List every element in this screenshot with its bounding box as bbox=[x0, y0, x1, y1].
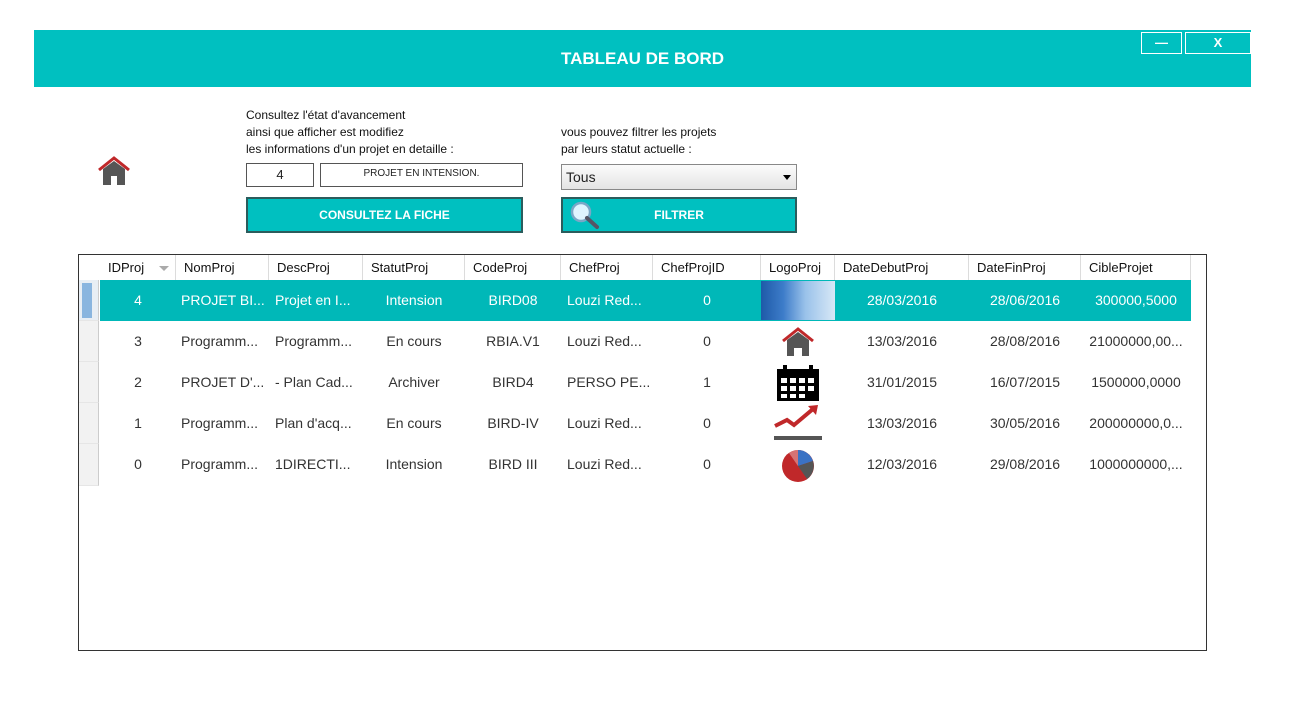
cell-date-debut: 28/03/2016 bbox=[866, 292, 938, 308]
projects-table[interactable]: IDProj NomProj DescProj StatutProj CodeP… bbox=[78, 254, 1207, 651]
cell-nom: Programm... bbox=[181, 456, 259, 472]
cell-nom: Programm... bbox=[181, 415, 259, 431]
cell-chefid: 0 bbox=[703, 292, 711, 308]
row-selector[interactable] bbox=[79, 280, 99, 321]
cell-desc: - Plan Cad... bbox=[275, 374, 353, 390]
status-filter-select[interactable]: Tous bbox=[561, 164, 797, 190]
home-icon bbox=[782, 327, 814, 356]
cell-date-fin: 30/05/2016 bbox=[989, 415, 1061, 431]
home-icon[interactable] bbox=[97, 155, 131, 187]
cell-statut: Intension bbox=[385, 456, 443, 472]
table-row[interactable]: 4 PROJET BI... Projet en I... Intension … bbox=[100, 280, 1191, 321]
cell-code: RBIA.V1 bbox=[486, 333, 540, 349]
table-row[interactable]: 3 Programm... Programm... En cours RBIA.… bbox=[100, 321, 1191, 362]
sort-arrow-icon bbox=[159, 266, 169, 271]
column-header-datedebutproj[interactable]: DateDebutProj bbox=[835, 255, 969, 280]
cell-code: BIRD-IV bbox=[487, 415, 539, 431]
cell-chef: Louzi Red... bbox=[567, 333, 642, 349]
trend-chart-icon bbox=[774, 405, 822, 440]
column-header-cibleprojet[interactable]: CibleProjet bbox=[1081, 255, 1191, 280]
cell-date-fin: 29/08/2016 bbox=[989, 456, 1061, 472]
row-selector[interactable] bbox=[79, 444, 99, 486]
search-icon bbox=[570, 201, 599, 229]
cell-code: BIRD4 bbox=[492, 374, 534, 390]
cell-cible: 1000000000,... bbox=[1089, 456, 1183, 472]
cell-date-fin: 28/06/2016 bbox=[989, 292, 1061, 308]
cell-id: 0 bbox=[134, 456, 142, 472]
close-button[interactable]: X bbox=[1185, 32, 1251, 54]
table-row[interactable]: 1 Programm... Plan d'acq... En cours BIR… bbox=[100, 403, 1191, 444]
column-header-codeproj[interactable]: CodeProj bbox=[465, 255, 561, 280]
cell-cible: 1500000,0000 bbox=[1091, 374, 1181, 390]
cell-id: 2 bbox=[134, 374, 142, 390]
filter-button-label: FILTRER bbox=[654, 208, 704, 222]
cell-desc: Projet en I... bbox=[275, 292, 351, 308]
cell-id: 4 bbox=[134, 292, 142, 308]
row-selector[interactable] bbox=[79, 362, 99, 403]
filter-description: vous pouvez filtrer les projets par leur… bbox=[561, 125, 717, 156]
table-row[interactable]: 2 PROJET D'... - Plan Cad... Archiver BI… bbox=[100, 362, 1191, 403]
cell-chefid: 0 bbox=[703, 415, 711, 431]
column-header-statutproj[interactable]: StatutProj bbox=[363, 255, 465, 280]
cell-desc: Programm... bbox=[275, 333, 353, 349]
cell-statut: En cours bbox=[386, 333, 442, 349]
cell-chefid: 0 bbox=[703, 333, 711, 349]
consult-description: Consultez l'état d'avancement ainsi que … bbox=[246, 108, 454, 156]
cell-desc: Plan d'acq... bbox=[275, 415, 352, 431]
cell-chef: Louzi Red... bbox=[567, 456, 642, 472]
consult-sheet-button[interactable]: CONSULTEZ LA FICHE bbox=[246, 197, 523, 233]
cell-chef: Louzi Red... bbox=[567, 415, 642, 431]
cell-chef: PERSO PE... bbox=[567, 374, 651, 390]
cell-nom: Programm... bbox=[181, 333, 259, 349]
column-header-logoproj[interactable]: LogoProj bbox=[761, 255, 835, 280]
cell-chefid: 0 bbox=[703, 456, 711, 472]
cell-nom: PROJET D'... bbox=[181, 374, 265, 390]
cell-statut: En cours bbox=[386, 415, 442, 431]
cell-nom: PROJET BI... bbox=[181, 292, 265, 308]
cell-statut: Archiver bbox=[388, 374, 440, 390]
filter-button[interactable]: FILTRER bbox=[561, 197, 797, 233]
pie-chart-icon bbox=[782, 450, 814, 482]
table-row[interactable]: 0 Programm... 1DIRECTI... Intension BIRD… bbox=[100, 444, 1191, 485]
cell-cible: 300000,5000 bbox=[1095, 292, 1177, 308]
column-header-idproj[interactable]: IDProj bbox=[100, 255, 176, 280]
project-id-field[interactable]: 4 bbox=[246, 163, 314, 187]
row-selector[interactable] bbox=[79, 403, 99, 444]
project-status-field: PROJET EN INTENSION. bbox=[320, 163, 523, 187]
cell-cible: 21000000,00... bbox=[1089, 333, 1183, 349]
cell-code: BIRD III bbox=[488, 456, 538, 472]
column-header-chefproj[interactable]: ChefProj bbox=[561, 255, 653, 280]
cell-code: BIRD08 bbox=[488, 292, 538, 308]
building-photo bbox=[761, 281, 835, 320]
column-header-nomproj[interactable]: NomProj bbox=[176, 255, 269, 280]
status-filter-value: Tous bbox=[566, 169, 596, 185]
cell-desc: 1DIRECTI... bbox=[275, 456, 351, 472]
column-header-chefprojid[interactable]: ChefProjID bbox=[653, 255, 761, 280]
cell-date-debut: 31/01/2015 bbox=[866, 374, 938, 390]
cell-id: 1 bbox=[134, 415, 142, 431]
cell-date-debut: 12/03/2016 bbox=[866, 456, 938, 472]
cell-chef: Louzi Red... bbox=[567, 292, 642, 308]
cell-cible: 200000000,0... bbox=[1089, 415, 1183, 431]
cell-date-debut: 13/03/2016 bbox=[866, 415, 938, 431]
cell-date-debut: 13/03/2016 bbox=[866, 333, 938, 349]
cell-statut: Intension bbox=[385, 292, 443, 308]
window-title: TABLEAU DE BORD bbox=[560, 49, 725, 68]
cell-id: 3 bbox=[134, 333, 142, 349]
title-bar: TABLEAU DE BORD — X bbox=[34, 30, 1251, 87]
cell-date-fin: 28/08/2016 bbox=[989, 333, 1061, 349]
calendar-icon bbox=[777, 365, 819, 401]
cell-chefid: 1 bbox=[703, 374, 711, 390]
column-header-descproj[interactable]: DescProj bbox=[269, 255, 363, 280]
row-selector[interactable] bbox=[79, 321, 99, 362]
minimize-button[interactable]: — bbox=[1141, 32, 1182, 54]
cell-date-fin: 16/07/2015 bbox=[989, 374, 1061, 390]
table-header: IDProj NomProj DescProj StatutProj CodeP… bbox=[79, 255, 1191, 280]
column-header-datefinproj[interactable]: DateFinProj bbox=[969, 255, 1081, 280]
chevron-down-icon bbox=[783, 175, 791, 180]
